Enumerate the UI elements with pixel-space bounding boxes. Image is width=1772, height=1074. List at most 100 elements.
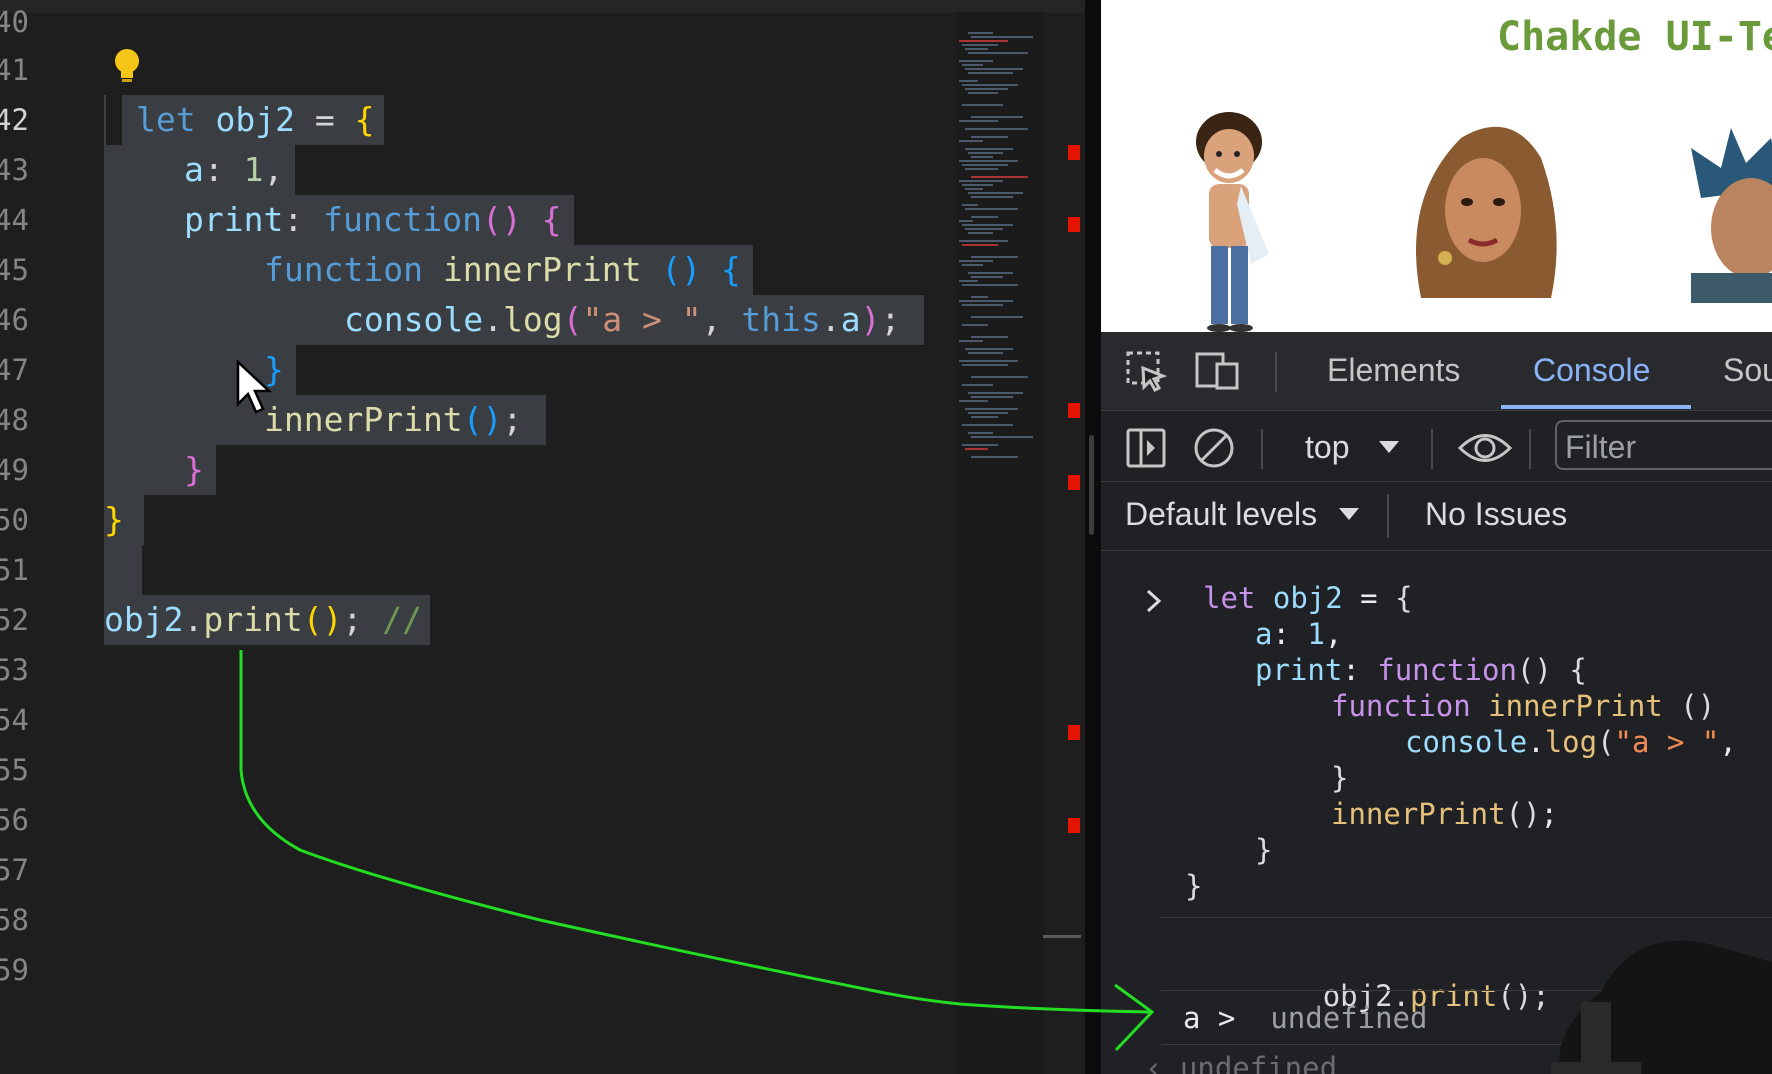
line-number: 47 (0, 345, 34, 395)
console-line: a: 1, (1255, 616, 1342, 652)
minimap-line (962, 44, 998, 46)
error-marker[interactable] (1068, 725, 1080, 740)
minimap-line (971, 156, 993, 158)
error-marker[interactable] (1068, 403, 1080, 418)
console-line: } (1331, 760, 1348, 796)
separator (1261, 429, 1263, 469)
separator (1431, 429, 1433, 469)
eye-icon[interactable] (1457, 429, 1513, 467)
console-line: print: function() { (1255, 652, 1587, 688)
filter-input[interactable]: Filter (1555, 420, 1772, 470)
chevron-down-icon[interactable] (1377, 439, 1401, 455)
minimap-line (971, 376, 1028, 378)
code-editor[interactable]: 40 41 42 43 44 45 46 47 48 49 50 51 52 5… (0, 0, 1085, 1074)
minimap-line (959, 140, 983, 142)
line-number: 51 (0, 545, 34, 595)
chevron-down-icon[interactable] (1337, 506, 1361, 522)
issues-counter[interactable]: No Issues (1425, 496, 1567, 533)
avatar-caricature-man (1171, 104, 1281, 332)
web-page: Chakde UI-Te (1101, 0, 1772, 332)
line-number: 53 (0, 645, 34, 695)
line-number: 45 (0, 245, 34, 295)
minimap-line (968, 192, 1023, 194)
minimap-line (962, 84, 1018, 86)
code-line: a: 1, (104, 145, 295, 195)
minimap-line (962, 264, 983, 266)
console-line: console.log("a > ", (1405, 724, 1737, 760)
minimap-line (965, 128, 1028, 130)
minimap-line (959, 280, 978, 282)
minimap-line (959, 60, 993, 62)
minimap-line (959, 40, 1008, 42)
minimap-line (962, 164, 1008, 166)
minimap-line (968, 432, 993, 434)
minimap-line (962, 364, 1008, 366)
minimap-line (968, 32, 993, 34)
code-line: innerPrint(); (104, 395, 546, 445)
editor-scrollbar[interactable] (1043, 935, 1081, 938)
minimap-line (962, 444, 998, 446)
minimap-line (965, 208, 1018, 210)
minimap-line (971, 276, 1003, 278)
minimap-line (968, 72, 1013, 74)
devtools-tab-bar: Elements Console Sou (1101, 332, 1772, 411)
log-label: a > (1183, 1001, 1235, 1035)
minimap-line (968, 392, 1023, 394)
console-toolbar: top Filter (1101, 411, 1772, 482)
line-number: 50 (0, 495, 34, 545)
split-drag-handle[interactable] (1089, 435, 1094, 535)
error-marker[interactable] (1068, 475, 1080, 490)
log-value: undefined (1270, 1001, 1427, 1035)
code-line-empty (104, 545, 142, 595)
minimap-line (965, 68, 1023, 70)
clear-console-icon[interactable] (1193, 427, 1235, 469)
minimap-line (965, 48, 988, 50)
error-marker[interactable] (1068, 145, 1080, 160)
minimap-line (959, 180, 1003, 182)
minimap-line (968, 152, 1003, 154)
tab-sources[interactable]: Sou (1723, 352, 1772, 389)
error-marker[interactable] (1068, 217, 1080, 232)
lightbulb-icon[interactable] (112, 48, 142, 86)
console-return-value: ‹ undefined (1145, 1050, 1337, 1074)
console-line: function innerPrint () (1331, 688, 1715, 724)
minimap-line (965, 408, 1018, 410)
minimap-line (971, 256, 1018, 258)
inspect-element-icon[interactable] (1125, 350, 1167, 392)
console-log-output: a > undefined (1183, 1000, 1427, 1036)
device-toolbar-icon[interactable] (1193, 350, 1241, 392)
line-number: 55 (0, 745, 34, 795)
line-number: 56 (0, 795, 34, 845)
default-levels-dropdown[interactable]: Default levels (1125, 496, 1317, 533)
minimap-line (962, 244, 998, 246)
minimap-line (959, 240, 1008, 242)
devtools-panel: Elements Console Sou top Filter Default … (1101, 332, 1772, 1074)
tab-console[interactable]: Console (1533, 352, 1650, 389)
error-marker[interactable] (1068, 818, 1080, 833)
minimap-line (971, 136, 1008, 138)
tab-elements[interactable]: Elements (1327, 352, 1460, 389)
line-number: 46 (0, 295, 34, 345)
line-number: 48 (0, 395, 34, 445)
sidebar-toggle-icon[interactable] (1125, 427, 1167, 469)
minimap-line (959, 300, 1013, 302)
minimap-line (968, 272, 1013, 274)
minimap-line (959, 400, 988, 402)
minimap-line (959, 80, 978, 82)
line-number-active: 42 (0, 95, 34, 145)
minimap-line (971, 296, 988, 298)
minimap[interactable] (955, 12, 1045, 1074)
minimap-line (962, 324, 988, 326)
split-divider (1085, 0, 1101, 1074)
minimap-line (971, 416, 998, 418)
minimap-line (962, 104, 1003, 106)
line-number: 41 (0, 45, 34, 95)
code-line: } (104, 495, 144, 545)
editor-top-strip (0, 0, 1085, 13)
minimap-line (971, 176, 1028, 178)
minimap-line (959, 260, 993, 262)
line-number: 40 (0, 0, 34, 47)
context-selector[interactable]: top (1305, 429, 1349, 466)
minimap-line (959, 360, 1018, 362)
minimap-line (959, 340, 983, 342)
